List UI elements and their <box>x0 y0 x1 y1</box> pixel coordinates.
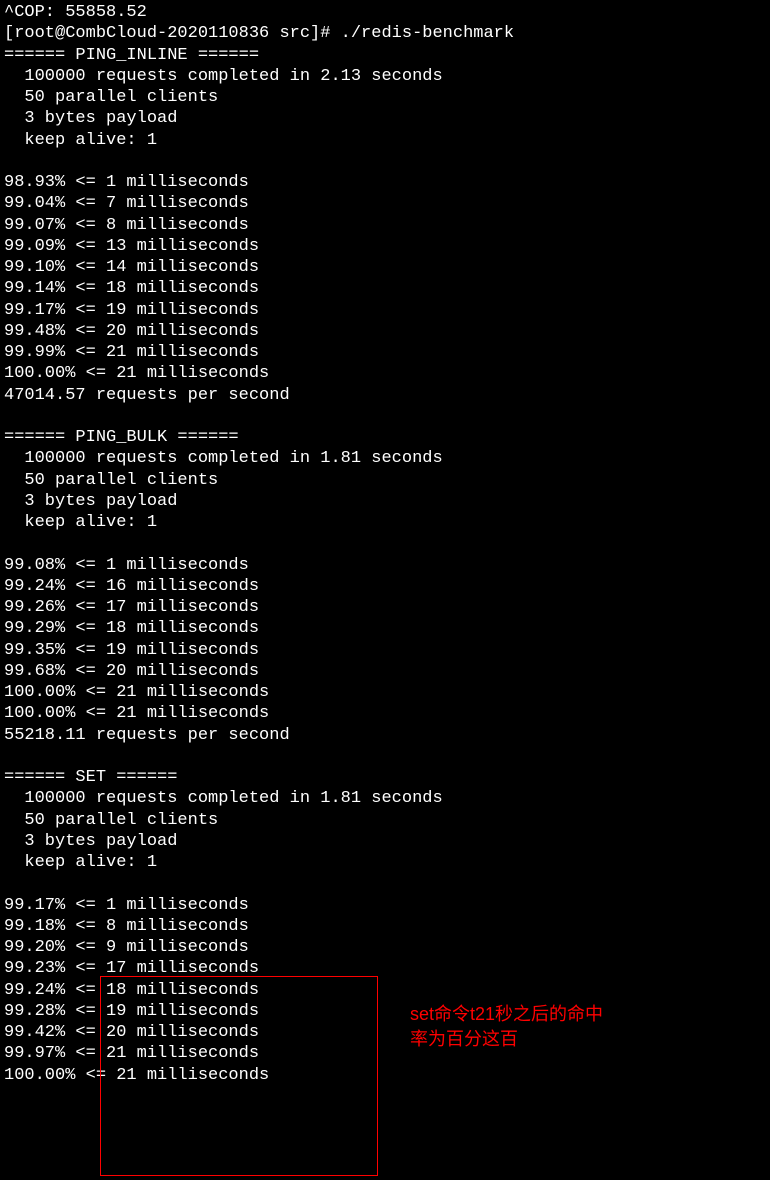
latency-line: 99.26% <= 17 milliseconds <box>4 598 259 617</box>
latency-line: 99.20% <= 9 milliseconds <box>4 938 249 957</box>
latency-line: 99.08% <= 1 milliseconds <box>4 556 249 575</box>
latency-line: 100.00% <= 21 milliseconds <box>4 1066 269 1085</box>
terminal-output[interactable]: ^COP: 55858.52 [root@CombCloud-202011083… <box>0 0 770 1088</box>
set-header: ====== SET ====== <box>4 768 177 787</box>
latency-line: 99.42% <= 20 milliseconds <box>4 1023 259 1042</box>
ping-inline-header: ====== PING_INLINE ====== <box>4 46 259 65</box>
latency-line: 99.99% <= 21 milliseconds <box>4 343 259 362</box>
latency-line: 99.97% <= 21 milliseconds <box>4 1044 259 1063</box>
latency-line: 100.00% <= 21 milliseconds <box>4 364 269 383</box>
latency-line: 99.35% <= 19 milliseconds <box>4 641 259 660</box>
latency-line: 99.68% <= 20 milliseconds <box>4 662 259 681</box>
ping-bulk-header: ====== PING_BULK ====== <box>4 428 239 447</box>
ping-bulk-requests: 100000 requests completed in 1.81 second… <box>4 449 443 468</box>
latency-line: 100.00% <= 21 milliseconds <box>4 704 269 723</box>
latency-line: 99.14% <= 18 milliseconds <box>4 279 259 298</box>
ping-bulk-rps: 55218.11 requests per second <box>4 726 290 745</box>
latency-line: 99.17% <= 19 milliseconds <box>4 301 259 320</box>
annotation-text: set命令t21秒之后的命中 率为百分这百 <box>410 1002 603 1052</box>
latency-line: 99.04% <= 7 milliseconds <box>4 194 249 213</box>
latency-line: 99.29% <= 18 milliseconds <box>4 619 259 638</box>
latency-line: 99.28% <= 19 milliseconds <box>4 1002 259 1021</box>
latency-line: 100.00% <= 21 milliseconds <box>4 683 269 702</box>
terminal-line: ^COP: 55858.52 <box>4 3 147 22</box>
set-clients: 50 parallel clients <box>4 811 218 830</box>
ping-inline-clients: 50 parallel clients <box>4 88 218 107</box>
latency-line: 99.09% <= 13 milliseconds <box>4 237 259 256</box>
annotation-line-2: 率为百分这百 <box>410 1027 603 1052</box>
ping-inline-requests: 100000 requests completed in 2.13 second… <box>4 67 443 86</box>
latency-line: 98.93% <= 1 milliseconds <box>4 173 249 192</box>
annotation-line-1: set命令t21秒之后的命中 <box>410 1002 603 1027</box>
shell-prompt: [root@CombCloud-2020110836 src]# ./redis… <box>4 24 514 43</box>
ping-inline-keepalive: keep alive: 1 <box>4 131 157 150</box>
latency-line: 99.24% <= 16 milliseconds <box>4 577 259 596</box>
ping-bulk-payload: 3 bytes payload <box>4 492 177 511</box>
latency-line: 99.07% <= 8 milliseconds <box>4 216 249 235</box>
latency-line: 99.18% <= 8 milliseconds <box>4 917 249 936</box>
latency-line: 99.48% <= 20 milliseconds <box>4 322 259 341</box>
latency-line: 99.10% <= 14 milliseconds <box>4 258 259 277</box>
set-keepalive: keep alive: 1 <box>4 853 157 872</box>
ping-bulk-keepalive: keep alive: 1 <box>4 513 157 532</box>
set-requests: 100000 requests completed in 1.81 second… <box>4 789 443 808</box>
latency-line: 99.17% <= 1 milliseconds <box>4 896 249 915</box>
set-payload: 3 bytes payload <box>4 832 177 851</box>
ping-inline-payload: 3 bytes payload <box>4 109 177 128</box>
ping-inline-rps: 47014.57 requests per second <box>4 386 290 405</box>
latency-line: 99.24% <= 18 milliseconds <box>4 981 259 1000</box>
latency-line: 99.23% <= 17 milliseconds <box>4 959 259 978</box>
ping-bulk-clients: 50 parallel clients <box>4 471 218 490</box>
